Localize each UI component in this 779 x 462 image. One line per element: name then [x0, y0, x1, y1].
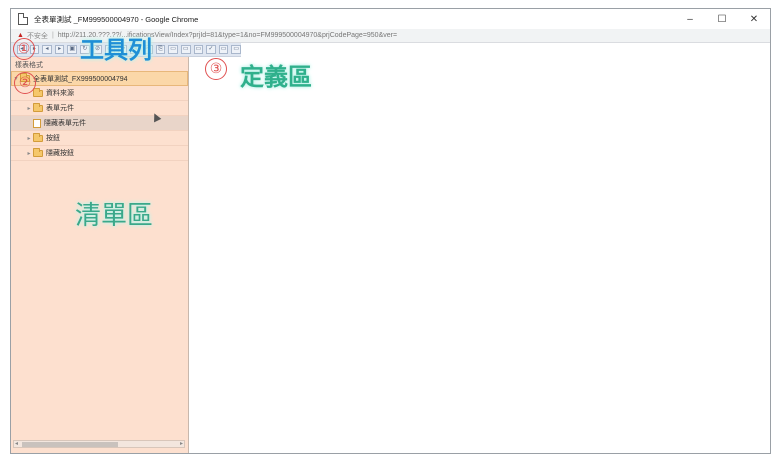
annotation-list-label: 清單區	[75, 201, 154, 231]
tree-node-label: 隱藏按鈕	[46, 150, 74, 157]
toolbar-button[interactable]: ▭	[231, 45, 241, 54]
annotation-number-2: ②	[14, 72, 36, 94]
folder-icon	[33, 87, 43, 97]
folder-icon	[33, 102, 43, 112]
toolbar-button[interactable]: ▭	[168, 45, 178, 54]
expand-caret-icon[interactable]: ▸	[25, 150, 33, 157]
tree-node-label: 表單元件	[46, 105, 74, 112]
toolbar-button[interactable]: ◂	[42, 45, 52, 54]
tree-node-form-components[interactable]: ▸ 表單元件	[11, 101, 188, 116]
list-panel: 樣表格式 ▾ 全表單測試_FX999500004794 資料來源 ▸ 表單元件	[11, 57, 189, 453]
annotation-number-1: ①	[13, 38, 35, 60]
folder-icon	[33, 132, 43, 142]
annotation-definition-label: 定義區	[240, 63, 312, 91]
toolbar-button[interactable]: ▣	[67, 45, 78, 54]
tree-node-label: 隱藏表單元件	[44, 120, 86, 127]
tree-view: ▾ 全表單測試_FX999500004794 資料來源 ▸ 表單元件 隱藏表單元…	[11, 71, 188, 161]
scrollbar-thumb[interactable]	[22, 442, 118, 447]
minimize-button[interactable]: –	[674, 9, 706, 29]
toolbar-button[interactable]: ▭	[218, 45, 229, 54]
toolbar-button[interactable]: ⎘	[155, 45, 166, 54]
expand-caret-icon[interactable]: ▸	[25, 135, 33, 142]
window-title: 全表單測試 _FM999500004970 - Google Chrome	[34, 14, 199, 24]
tree-node-label: 按鈕	[46, 135, 60, 142]
tree-node-label: 全表單測試_FX999500004794	[33, 75, 128, 83]
toolbar-button[interactable]: ✓	[206, 45, 216, 54]
tree-node-hidden-buttons[interactable]: ▸ 隱藏按鈕	[11, 146, 188, 161]
tree-node-data-source[interactable]: 資料來源	[11, 86, 188, 101]
maximize-button[interactable]: ☐	[706, 9, 738, 29]
close-button[interactable]: ✕	[738, 9, 770, 29]
toolbar-button[interactable]: ▭	[193, 45, 204, 54]
expand-caret-icon[interactable]: ▸	[25, 105, 33, 112]
title-bar: 全表單測試 _FM999500004970 - Google Chrome – …	[11, 9, 770, 29]
tree-node-label: 資料來源	[46, 90, 74, 97]
tree-node-root[interactable]: ▾ 全表單測試_FX999500004794	[11, 71, 188, 86]
annotation-number-3: ③	[205, 58, 227, 80]
definition-area[interactable]	[190, 57, 770, 453]
screenshot-frame: 全表單測試 _FM999500004970 - Google Chrome – …	[0, 0, 779, 462]
page-icon	[18, 13, 28, 25]
annotation-toolbar-label: 工具列	[80, 36, 152, 64]
horizontal-scrollbar[interactable]: ◂ ▸	[13, 440, 185, 448]
toolbar-button[interactable]: ▭	[180, 45, 191, 54]
address-separator: |	[51, 32, 54, 39]
doc-icon	[33, 118, 41, 128]
scroll-right-icon[interactable]: ▸	[180, 440, 183, 447]
tree-node-buttons[interactable]: ▸ 按鈕	[11, 131, 188, 146]
scroll-left-icon[interactable]: ◂	[15, 440, 18, 447]
folder-icon	[33, 147, 43, 157]
toolbar-button[interactable]: ▸	[54, 45, 65, 54]
window-controls: – ☐ ✕	[674, 9, 770, 29]
